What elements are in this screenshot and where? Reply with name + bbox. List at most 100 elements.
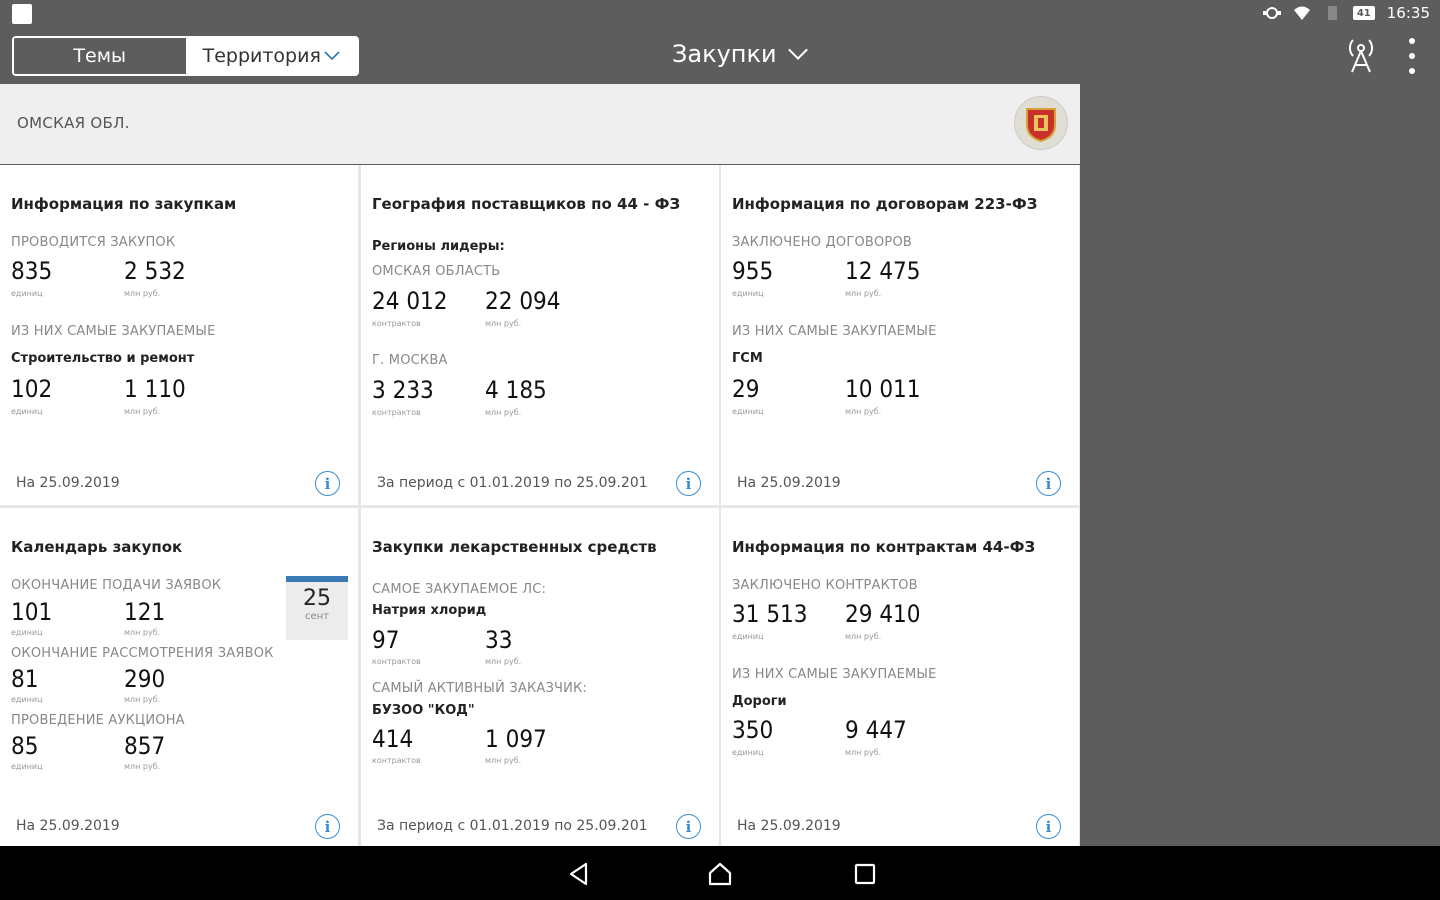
card-footer-date: На 25.09.2019: [737, 475, 841, 491]
stat-unit: млн руб.: [124, 762, 161, 771]
stat-unit: млн руб.: [124, 289, 161, 298]
wifi-icon: [1293, 6, 1310, 20]
stat-unit: млн руб.: [485, 408, 522, 417]
stat-unit: млн руб.: [124, 628, 161, 637]
card-footer-date: На 25.09.2019: [16, 818, 120, 834]
stat-label: ЗАКЛЮЧЕНО КОНТРАКТОВ: [732, 578, 918, 593]
card-medicine-procurement[interactable]: Закупки лекарственных средств САМОЕ ЗАКУ…: [361, 508, 719, 848]
stat-unit: млн руб.: [845, 748, 882, 757]
card-procurement-calendar[interactable]: Календарь закупок ОКОНЧАНИЕ ПОДАЧИ ЗАЯВО…: [0, 508, 358, 848]
calendar-month: сент: [304, 611, 329, 622]
stat-value: 290: [124, 665, 166, 693]
stat-label: Г. МОСКВА: [372, 353, 448, 368]
coat-of-arms-icon[interactable]: [1014, 96, 1068, 150]
stat-unit: млн руб.: [845, 407, 882, 416]
stat-value: 101: [11, 598, 53, 626]
stat-value: 1 097: [485, 725, 547, 753]
stat-unit: единиц: [11, 407, 43, 416]
stat-label: ПРОВЕДЕНИЕ АУКЦИОНА: [11, 713, 185, 728]
info-icon[interactable]: i: [676, 814, 701, 839]
stat-category: Натрия хлорид: [372, 603, 487, 618]
stat-label: ОМСКАЯ ОБЛАСТЬ: [372, 264, 501, 279]
card-supplier-geography[interactable]: География поставщиков по 44 - ФЗ Регионы…: [361, 165, 719, 505]
stat-value: 1 110: [124, 375, 186, 403]
status-icons: 41 16:35: [1262, 4, 1430, 22]
stat-value: 31 513: [732, 600, 808, 628]
system-nav-bar: [0, 846, 1440, 900]
stat-label: ОКОНЧАНИЕ ПОДАЧИ ЗАЯВОК: [11, 578, 222, 593]
tab-territory-label: Территория: [202, 45, 321, 67]
stat-value: 2 532: [124, 257, 186, 285]
info-icon[interactable]: i: [315, 814, 340, 839]
stat-value: 29 410: [845, 600, 921, 628]
card-title: Закупки лекарственных средств: [372, 538, 657, 556]
tab-switcher: Темы Территория: [12, 36, 359, 76]
app-bar: Темы Территория Закупки: [0, 28, 1440, 82]
card-footer-period: За период с 01.01.2019 по 25.09.201: [377, 475, 648, 491]
card-contracts-223[interactable]: Информация по договорам 223-ФЗ ЗАКЛЮЧЕНО…: [721, 165, 1079, 505]
broadcast-icon[interactable]: [1344, 36, 1378, 74]
stat-unit: единиц: [11, 762, 43, 771]
stat-value: 81: [11, 665, 39, 693]
card-title: Календарь закупок: [11, 538, 183, 556]
card-footer-period: За период с 01.01.2019 по 25.09.201: [377, 818, 648, 834]
stat-unit: млн руб.: [845, 289, 882, 298]
region-header: ОМСКАЯ ОБЛ.: [0, 84, 1080, 164]
back-icon[interactable]: [566, 861, 592, 887]
stat-label: ПРОВОДИТСЯ ЗАКУПОК: [11, 235, 176, 250]
stat-value: 857: [124, 732, 166, 760]
notification-icon: [12, 4, 32, 24]
calendar-day: 25: [303, 586, 331, 611]
card-title: Информация по закупкам: [11, 195, 237, 213]
tab-themes-label: Темы: [73, 45, 127, 67]
home-icon[interactable]: [707, 861, 733, 887]
clock: 16:35: [1386, 4, 1430, 22]
tab-themes[interactable]: Темы: [14, 38, 186, 74]
recent-apps-icon[interactable]: [852, 861, 878, 887]
card-title: Информация по контрактам 44-ФЗ: [732, 538, 1036, 556]
stat-unit: единиц: [732, 632, 764, 641]
sim-icon: [1327, 6, 1337, 20]
card-title: Информация по договорам 223-ФЗ: [732, 195, 1038, 213]
sync-icon: [1262, 7, 1281, 19]
stat-label: ИЗ НИХ САМЫЕ ЗАКУПАЕМЫЕ: [11, 324, 216, 339]
card-footer-date: На 25.09.2019: [737, 818, 841, 834]
section-title-dropdown[interactable]: Закупки: [672, 40, 808, 68]
chevron-down-icon: [324, 51, 340, 61]
stat-label: ЗАКЛЮЧЕНО ДОГОВОРОВ: [732, 235, 913, 250]
stat-value: 3 233: [372, 376, 434, 404]
stat-value: 835: [11, 257, 53, 285]
stat-subtitle: Регионы лидеры:: [372, 239, 505, 254]
dashboard-grid: Информация по закупкам ПРОВОДИТСЯ ЗАКУПО…: [0, 165, 1080, 848]
stat-category: ГСМ: [732, 351, 763, 366]
stat-value: 4 185: [485, 376, 547, 404]
stat-value: 12 475: [845, 257, 921, 285]
more-options-icon[interactable]: [1405, 38, 1419, 74]
stat-unit: контрактов: [372, 756, 421, 765]
stat-unit: контрактов: [372, 319, 421, 328]
info-icon[interactable]: i: [1036, 471, 1061, 496]
tab-territory[interactable]: Территория: [185, 38, 357, 74]
calendar-date-badge[interactable]: 25 сент: [286, 576, 348, 640]
battery-icon: 41: [1352, 6, 1375, 20]
stat-unit: млн руб.: [124, 407, 161, 416]
card-title: География поставщиков по 44 - ФЗ: [372, 195, 681, 213]
stat-unit: контрактов: [372, 408, 421, 417]
stat-value: 955: [732, 257, 774, 285]
card-contracts-44[interactable]: Информация по контрактам 44-ФЗ ЗАКЛЮЧЕНО…: [721, 508, 1079, 848]
stat-category: Дороги: [732, 694, 787, 709]
info-icon[interactable]: i: [1036, 814, 1061, 839]
stat-unit: млн руб.: [485, 756, 522, 765]
stat-label: ИЗ НИХ САМЫЕ ЗАКУПАЕМЫЕ: [732, 667, 937, 682]
stat-unit: единиц: [732, 748, 764, 757]
stat-unit: единиц: [11, 289, 43, 298]
stat-value: 24 012: [372, 287, 448, 315]
stat-unit: единиц: [11, 695, 43, 704]
info-icon[interactable]: i: [676, 471, 701, 496]
card-procurement-info[interactable]: Информация по закупкам ПРОВОДИТСЯ ЗАКУПО…: [0, 165, 358, 505]
stat-category: Строительство и ремонт: [11, 351, 195, 366]
info-icon[interactable]: i: [315, 471, 340, 496]
stat-unit: контрактов: [372, 657, 421, 666]
stat-value: 10 011: [845, 375, 921, 403]
status-bar: 41 16:35: [0, 0, 1440, 28]
